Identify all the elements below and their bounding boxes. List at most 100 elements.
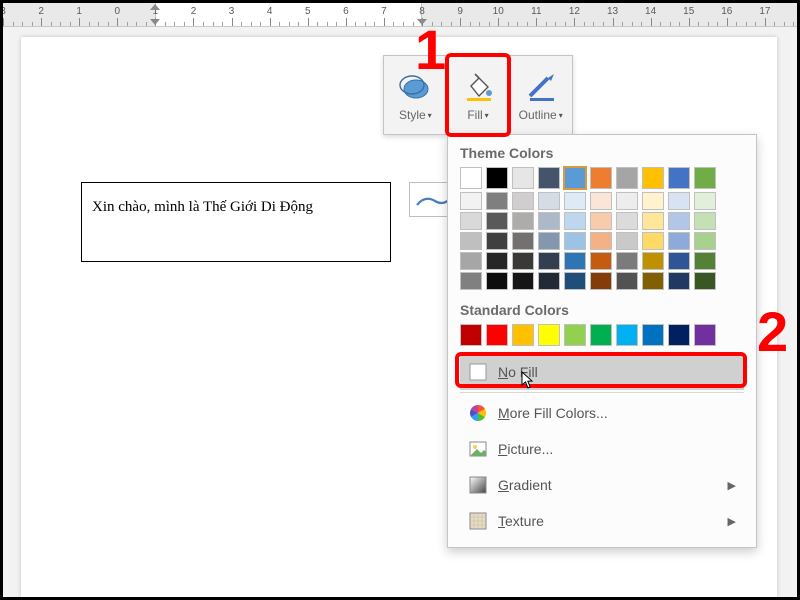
- standard-color-swatch[interactable]: [512, 324, 534, 346]
- fill-label: Fill: [467, 108, 482, 122]
- standard-color-swatch[interactable]: [486, 324, 508, 346]
- ruler-number: 3: [229, 6, 235, 17]
- theme-color-swatch[interactable]: [590, 167, 612, 189]
- theme-tint-swatch[interactable]: [564, 272, 586, 290]
- theme-tint-swatch[interactable]: [538, 252, 560, 270]
- theme-tint-swatch[interactable]: [512, 252, 534, 270]
- standard-color-swatch[interactable]: [564, 324, 586, 346]
- theme-tint-swatch[interactable]: [668, 232, 690, 250]
- gradient-fill-item[interactable]: Gradient ▶: [460, 467, 744, 503]
- theme-color-swatch[interactable]: [460, 167, 482, 189]
- theme-tint-swatch[interactable]: [460, 212, 482, 230]
- theme-tint-swatch[interactable]: [486, 192, 508, 210]
- theme-tint-swatch[interactable]: [694, 272, 716, 290]
- theme-color-swatch[interactable]: [564, 167, 586, 189]
- theme-tint-swatch[interactable]: [460, 192, 482, 210]
- standard-color-swatch[interactable]: [460, 324, 482, 346]
- theme-tint-swatch[interactable]: [564, 192, 586, 210]
- theme-tint-swatch[interactable]: [486, 212, 508, 230]
- ruler-number: 10: [493, 6, 504, 17]
- theme-tint-swatch[interactable]: [616, 232, 638, 250]
- theme-color-swatch[interactable]: [512, 167, 534, 189]
- shape-mini-toolbar: Style▾ Fill▾ Outline▾: [383, 55, 573, 135]
- ruler-number: 6: [343, 6, 349, 17]
- standard-color-swatch[interactable]: [668, 324, 690, 346]
- fill-button[interactable]: Fill▾: [447, 56, 510, 134]
- texture-fill-item[interactable]: Texture ▶: [460, 503, 744, 539]
- ruler-number: 11: [531, 6, 541, 17]
- no-fill-item[interactable]: No Fill: [460, 354, 744, 390]
- theme-tint-swatch[interactable]: [616, 252, 638, 270]
- theme-tint-swatch[interactable]: [694, 232, 716, 250]
- theme-tint-swatch[interactable]: [512, 212, 534, 230]
- theme-tint-swatch[interactable]: [538, 192, 560, 210]
- standard-color-swatch[interactable]: [616, 324, 638, 346]
- more-fill-colors-item[interactable]: More Fill Colors...: [460, 395, 744, 431]
- no-fill-label: No Fill: [498, 364, 538, 380]
- theme-color-row: [460, 167, 744, 189]
- standard-color-swatch[interactable]: [590, 324, 612, 346]
- picture-fill-item[interactable]: Picture...: [460, 431, 744, 467]
- theme-tint-swatch[interactable]: [642, 192, 664, 210]
- chevron-down-icon: ▾: [428, 111, 432, 120]
- theme-tint-swatch[interactable]: [668, 272, 690, 290]
- theme-tint-swatch[interactable]: [616, 272, 638, 290]
- gradient-fill-label: Gradient: [498, 477, 552, 493]
- theme-tint-swatch[interactable]: [694, 212, 716, 230]
- submenu-arrow-icon: ▶: [728, 479, 736, 492]
- theme-tint-swatch[interactable]: [538, 212, 560, 230]
- theme-tint-swatch[interactable]: [538, 272, 560, 290]
- theme-tint-swatch[interactable]: [460, 272, 482, 290]
- outline-button[interactable]: Outline▾: [509, 56, 572, 134]
- text-box[interactable]: Xin chào, mình là Thế Giới Di Động: [81, 182, 391, 262]
- standard-color-swatch[interactable]: [642, 324, 664, 346]
- chevron-down-icon: ▾: [485, 111, 489, 120]
- theme-tint-swatch[interactable]: [564, 232, 586, 250]
- theme-tint-swatch[interactable]: [694, 192, 716, 210]
- standard-color-swatch[interactable]: [538, 324, 560, 346]
- standard-color-swatch[interactable]: [694, 324, 716, 346]
- theme-tint-swatch[interactable]: [486, 252, 508, 270]
- theme-color-swatch[interactable]: [642, 167, 664, 189]
- theme-tint-swatch[interactable]: [538, 232, 560, 250]
- theme-color-swatch[interactable]: [486, 167, 508, 189]
- theme-tint-swatch[interactable]: [616, 212, 638, 230]
- ruler-number: 5: [305, 6, 311, 17]
- theme-tint-swatch[interactable]: [668, 212, 690, 230]
- theme-tint-swatch[interactable]: [512, 232, 534, 250]
- theme-tint-swatch[interactable]: [512, 272, 534, 290]
- color-wheel-icon: [468, 403, 488, 423]
- theme-tint-swatch[interactable]: [460, 252, 482, 270]
- theme-tint-swatch[interactable]: [668, 252, 690, 270]
- ruler-number: 2: [38, 6, 44, 17]
- theme-tint-swatch[interactable]: [564, 252, 586, 270]
- theme-tint-swatch[interactable]: [642, 212, 664, 230]
- theme-tint-swatch[interactable]: [642, 272, 664, 290]
- theme-tint-swatch[interactable]: [564, 212, 586, 230]
- theme-color-swatch[interactable]: [538, 167, 560, 189]
- ruler-number: 13: [607, 6, 618, 17]
- theme-tint-swatch[interactable]: [590, 212, 612, 230]
- theme-tint-swatch[interactable]: [590, 192, 612, 210]
- theme-tint-swatch[interactable]: [590, 232, 612, 250]
- text-box-content: Xin chào, mình là Thế Giới Di Động: [92, 199, 313, 215]
- theme-tint-swatch[interactable]: [512, 192, 534, 210]
- theme-color-swatch[interactable]: [616, 167, 638, 189]
- theme-tint-swatch[interactable]: [460, 232, 482, 250]
- theme-tint-swatch[interactable]: [590, 252, 612, 270]
- theme-tint-swatch[interactable]: [642, 252, 664, 270]
- theme-tint-swatch[interactable]: [668, 192, 690, 210]
- theme-color-swatch[interactable]: [694, 167, 716, 189]
- ruler-number: 15: [683, 6, 694, 17]
- theme-tint-swatch[interactable]: [642, 232, 664, 250]
- ruler-number: 17: [759, 6, 770, 17]
- more-fill-colors-label: More Fill Colors...: [498, 405, 608, 421]
- horizontal-ruler: 3210123456789101112131415161718: [3, 3, 797, 27]
- theme-color-swatch[interactable]: [668, 167, 690, 189]
- theme-tint-swatch[interactable]: [486, 232, 508, 250]
- theme-colors-heading: Theme Colors: [460, 145, 744, 161]
- theme-tint-swatch[interactable]: [616, 192, 638, 210]
- theme-tint-swatch[interactable]: [590, 272, 612, 290]
- theme-tint-swatch[interactable]: [694, 252, 716, 270]
- theme-tint-swatch[interactable]: [486, 272, 508, 290]
